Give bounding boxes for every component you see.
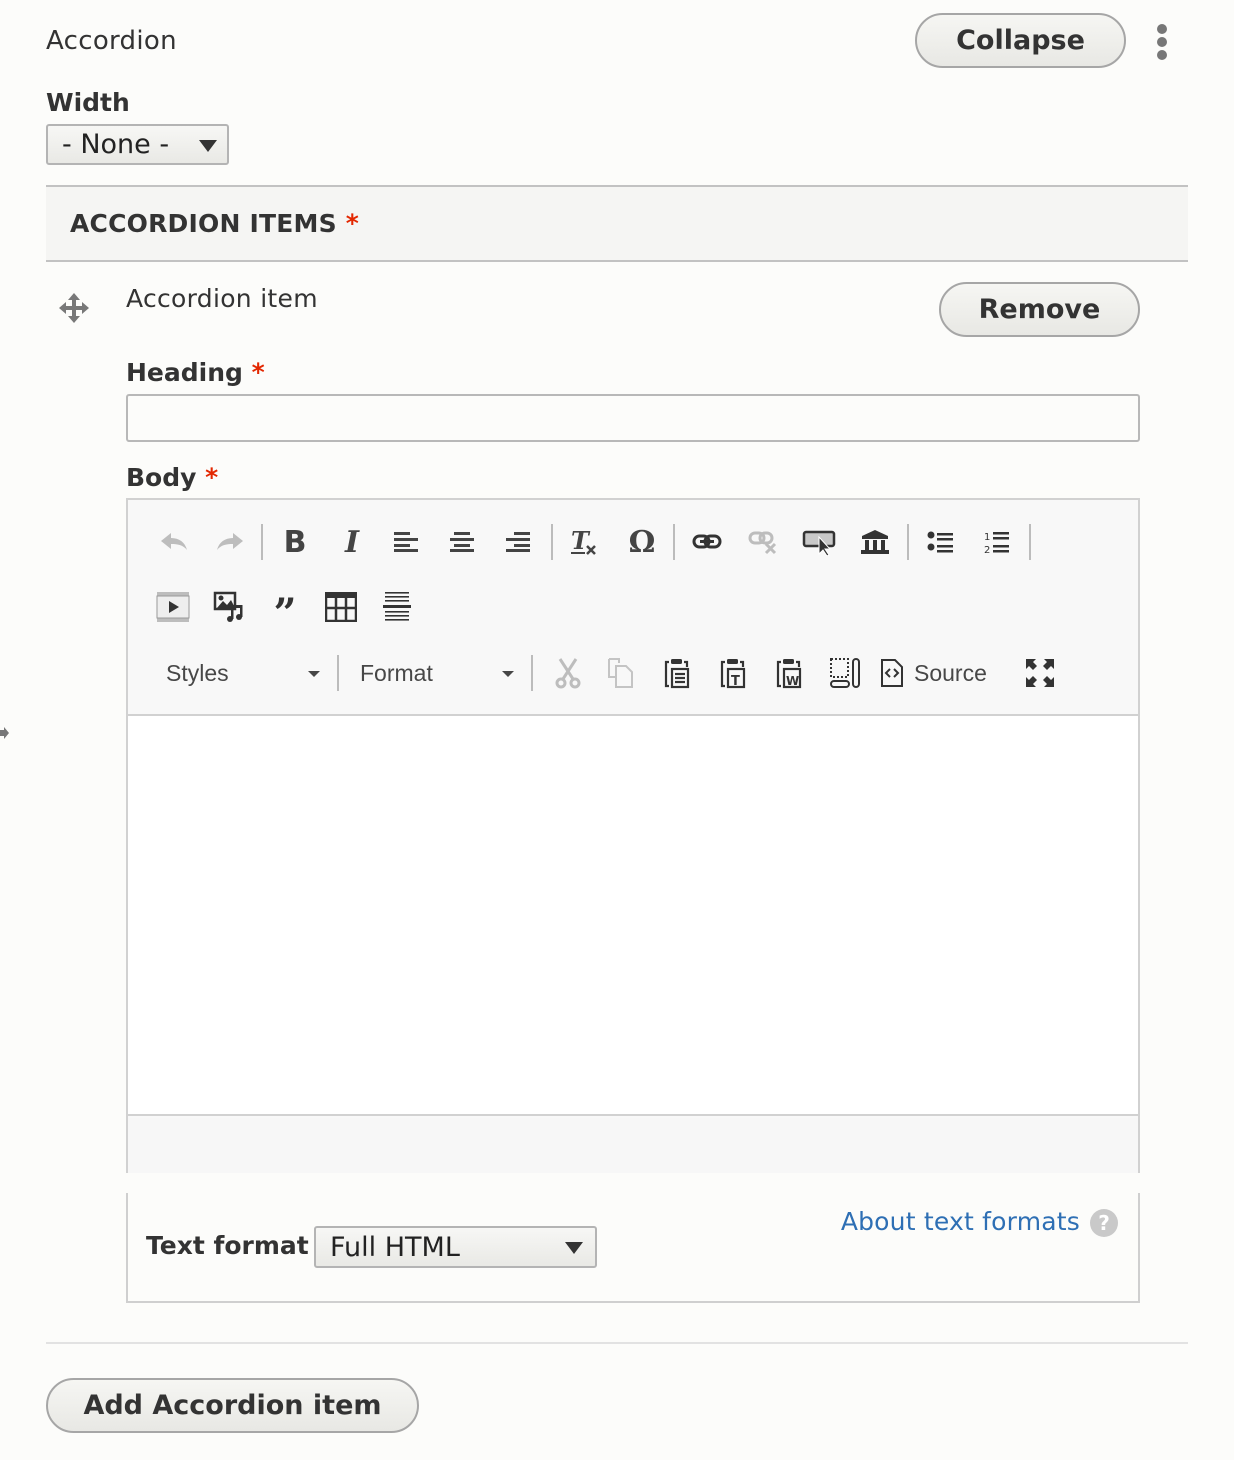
paste-text-icon[interactable]: T	[714, 653, 754, 693]
toolbar-separator	[673, 524, 675, 560]
arrow-right-icon	[0, 727, 9, 739]
width-label: Width	[46, 88, 130, 117]
dropdown-arrow-icon	[199, 140, 217, 152]
text-format-select[interactable]: Full HTML	[314, 1226, 597, 1268]
toolbar-separator	[551, 524, 553, 560]
format-dropdown-label: Format	[360, 659, 433, 686]
toolbar-separator	[261, 524, 263, 560]
special-character-icon[interactable]: Ω	[622, 522, 662, 562]
remove-format-icon[interactable]: T	[564, 522, 604, 562]
horizontal-line-icon[interactable]	[377, 587, 417, 627]
unlink-icon[interactable]	[743, 522, 783, 562]
help-icon[interactable]: ?	[1090, 1209, 1118, 1237]
align-right-icon[interactable]	[499, 522, 539, 562]
text-format-value: Full HTML	[330, 1231, 460, 1263]
body-label-text: Body	[126, 463, 197, 492]
move-handle-icon[interactable]	[58, 292, 90, 324]
required-marker: *	[205, 463, 219, 492]
svg-text:T: T	[571, 527, 591, 555]
accordion-item-title: Accordion item	[126, 284, 318, 313]
text-format-wrapper: Text format Full HTML About text formats…	[126, 1193, 1140, 1303]
table-icon[interactable]	[321, 587, 361, 627]
kebab-icon[interactable]	[1150, 22, 1174, 62]
museum-icon[interactable]	[855, 522, 895, 562]
required-marker: *	[345, 209, 359, 238]
caret-down-icon	[308, 671, 320, 677]
undo-icon[interactable]	[154, 522, 194, 562]
editor-status-bar	[128, 1118, 1138, 1173]
toolbar-separator	[337, 655, 339, 691]
styles-dropdown[interactable]: Styles	[166, 653, 320, 693]
body-label: Body *	[126, 463, 218, 492]
about-text-formats-link[interactable]: About text formats	[841, 1207, 1080, 1236]
align-left-icon[interactable]	[387, 522, 427, 562]
video-icon[interactable]	[153, 587, 193, 627]
required-marker: *	[251, 358, 265, 387]
show-blocks-icon[interactable]	[825, 653, 865, 693]
paragraph-title: Accordion	[46, 26, 177, 56]
toolbar-separator	[1029, 524, 1031, 560]
blockquote-icon[interactable]: ”	[265, 587, 305, 634]
dropdown-arrow-icon	[565, 1242, 583, 1254]
heading-label: Heading *	[126, 358, 265, 387]
source-icon	[881, 659, 903, 687]
accordion-items-label: ACCORDION ITEMS	[70, 209, 337, 238]
heading-label-text: Heading	[126, 358, 243, 387]
numbered-list-icon[interactable]: 12	[977, 522, 1017, 562]
width-select-value: - None -	[62, 129, 170, 160]
svg-text:2: 2	[984, 545, 990, 555]
editor-toolbar: B I T Ω 1 2 ” Styles Format T W Source	[128, 500, 1138, 716]
paste-icon[interactable]	[658, 653, 698, 693]
copy-icon[interactable]	[601, 653, 641, 693]
paste-word-icon[interactable]: W	[770, 653, 810, 693]
add-accordion-item-button[interactable]: Add Accordion item	[46, 1378, 419, 1433]
collapse-button[interactable]: Collapse	[915, 13, 1126, 68]
editor-content-area[interactable]	[128, 716, 1138, 1116]
source-label: Source	[914, 659, 987, 686]
format-dropdown[interactable]: Format	[360, 653, 514, 693]
width-select[interactable]: - None -	[46, 124, 229, 165]
cut-icon[interactable]	[548, 653, 588, 693]
styles-dropdown-label: Styles	[166, 659, 229, 686]
rich-text-editor: B I T Ω 1 2 ” Styles Format T W Source	[126, 498, 1140, 1173]
svg-text:1: 1	[984, 532, 990, 543]
svg-text:T: T	[731, 674, 740, 689]
svg-text:W: W	[786, 674, 799, 688]
toolbar-separator	[907, 524, 909, 560]
remove-button[interactable]: Remove	[939, 282, 1140, 337]
text-format-label: Text format	[146, 1231, 309, 1260]
italic-icon[interactable]: I	[332, 522, 372, 562]
heading-input[interactable]	[126, 394, 1140, 442]
divider	[46, 1342, 1188, 1344]
maximize-icon[interactable]	[1020, 653, 1060, 693]
accordion-items-header: ACCORDION ITEMS *	[46, 185, 1188, 262]
redo-icon[interactable]	[210, 522, 250, 562]
toolbar-separator	[531, 655, 533, 691]
caret-down-icon	[502, 671, 514, 677]
button-link-icon[interactable]	[799, 522, 839, 562]
link-icon[interactable]	[687, 522, 727, 562]
bold-icon[interactable]: B	[275, 522, 315, 562]
media-icon[interactable]	[209, 587, 249, 627]
align-center-icon[interactable]	[443, 522, 483, 562]
bulleted-list-icon[interactable]	[921, 522, 961, 562]
source-button[interactable]: Source	[880, 653, 1000, 693]
